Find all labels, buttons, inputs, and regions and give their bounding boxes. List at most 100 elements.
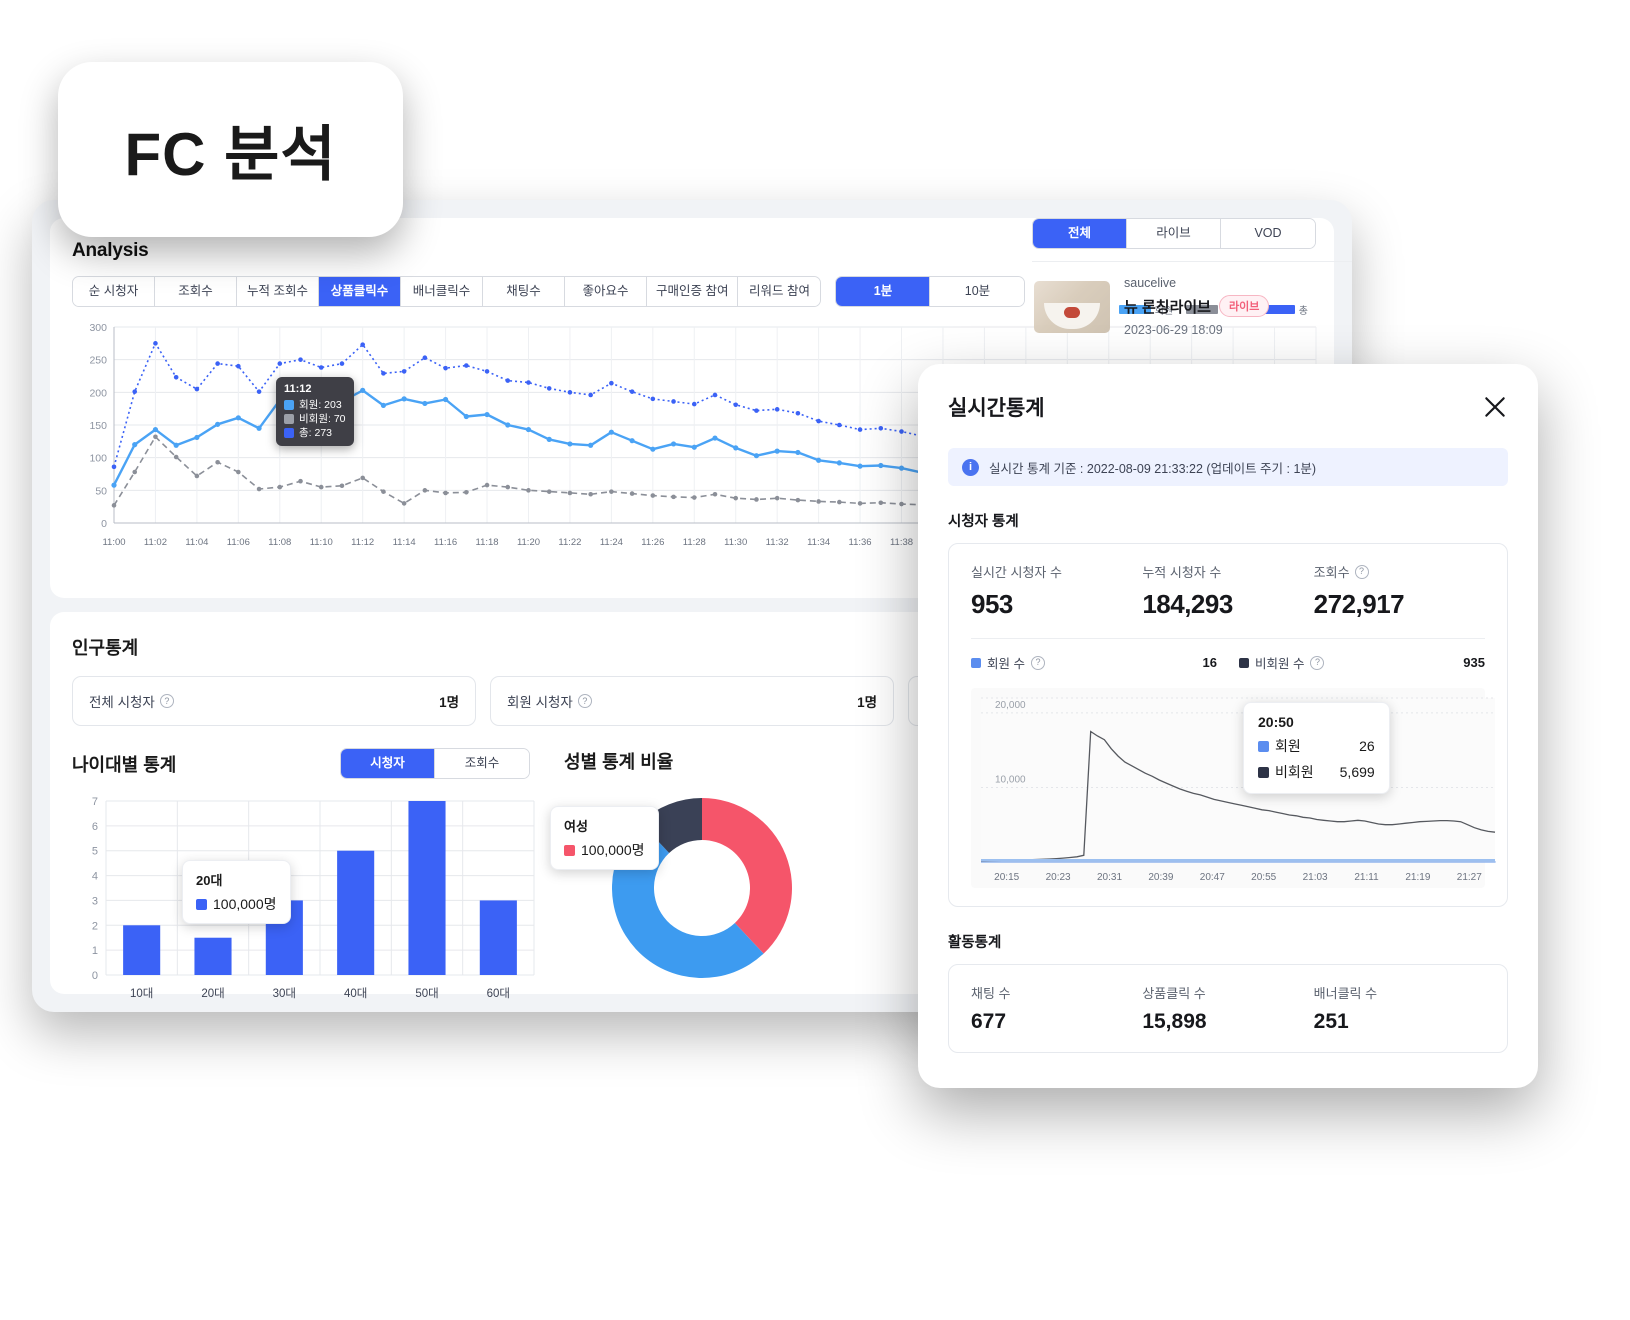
svg-text:11:26: 11:26 [641,537,664,548]
svg-text:200: 200 [89,387,107,399]
tab-video-live[interactable]: 라이브 [1127,219,1221,248]
kpi-cumulative-viewers-value: 184,293 [1142,589,1233,619]
kpi-cumulative-viewers-label: 누적 시청자 수 [1142,565,1222,580]
age-bar-chart-svg: 0 1 2 3 4 5 6 7 10대 20대 30대 40대 50대 60대 [92,796,535,1000]
tab-banner-clicks[interactable]: 배너클릭수 [401,277,483,306]
svg-text:11:20: 11:20 [517,537,540,548]
activity-product-click: 상품클릭 수 15,898 [1142,983,1313,1034]
svg-text:60대: 60대 [487,987,510,1000]
svg-text:10,000: 10,000 [995,774,1026,785]
video-title-row: 뉴 론칭라이브 라이브 [1124,295,1352,317]
tooltip-nonmember-text: 비회원: 70 [299,413,346,425]
gender-chart-tooltip: 여성 100,000명 [550,806,659,870]
video-type-tab-group[interactable]: 전체 라이브 VOD [1032,218,1316,249]
activity-chat-label: 채팅 수 [971,986,1011,1001]
svg-text:0: 0 [92,970,98,982]
realtime-title: 실시간통계 [948,397,1045,420]
help-icon[interactable]: ? [1030,655,1045,670]
video-thumbnail [1034,280,1110,333]
video-title: 뉴 론칭라이브 [1124,298,1211,316]
realtime-notice-text: 실시간 통계 기준 : 2022-08-09 21:33:22 (업데이트 주기… [989,461,1317,476]
kpi-cumulative-viewers: 누적 시청자 수 184,293 [1142,562,1313,620]
svg-text:20:39: 20:39 [1148,872,1173,883]
tooltip-time: 11:12 [284,383,312,395]
activity-chat: 채팅 수 677 [971,983,1142,1034]
tab-chats[interactable]: 채팅수 [483,277,565,306]
tab-unique-viewers[interactable]: 순 시청자 [73,277,155,306]
tooltip-member-swatch [284,400,294,410]
svg-text:20,000: 20,000 [995,700,1026,711]
realtime-tooltip-nonmember-swatch [1258,766,1269,778]
tab-age-viewers[interactable]: 시청자 [341,749,435,778]
svg-text:21:27: 21:27 [1457,872,1482,883]
svg-text:10대: 10대 [130,987,153,1000]
help-icon[interactable]: ? [159,694,174,708]
svg-text:20:31: 20:31 [1097,872,1122,883]
kpi-realtime-viewers-label: 실시간 시청자 수 [971,565,1062,580]
svg-text:5: 5 [92,846,98,858]
tab-cumulative-views[interactable]: 누적 조회수 [237,277,319,306]
tab-interval-1min[interactable]: 1분 [836,277,931,306]
realtime-notice: i 실시간 통계 기준 : 2022-08-09 21:33:22 (업데이트 … [948,448,1508,486]
age-tooltip-title: 20대 [196,873,223,888]
kpi-row: 실시간 시청자 수 953 누적 시청자 수 184,293 조회수 ? 272… [971,562,1485,620]
svg-text:50대: 50대 [415,987,438,1000]
tooltip-row-total: 총: 273 [284,426,346,440]
svg-text:11:10: 11:10 [310,537,333,548]
tooltip-total-text: 총: 273 [299,427,333,439]
tab-purchase-verify[interactable]: 구매인증 참여 [647,277,739,306]
svg-text:20:47: 20:47 [1200,872,1225,883]
viewer-stats-title: 시청자 통계 [948,514,1019,530]
activity-stats-card: 채팅 수 677 상품클릭 수 15,898 배너클릭 수 251 [948,964,1508,1053]
member-count-value: 16 [1202,655,1217,670]
svg-text:11:30: 11:30 [724,537,747,548]
activity-banner-click-label: 배너클릭 수 [1313,986,1378,1001]
tab-reward-join[interactable]: 리워드 참여 [738,277,821,306]
info-icon: i [962,458,979,476]
help-icon[interactable]: ? [577,694,592,708]
tab-views[interactable]: 조회수 [155,277,237,306]
metric-tab-group[interactable]: 순 시청자 조회수 누적 조회수 상품클릭수 배너클릭수 채팅수 좋아요수 구매… [72,276,822,307]
realtime-tooltip-member-label: 회원 [1275,738,1301,754]
activity-stats-title: 활동통계 [948,935,1002,951]
tab-interval-10min[interactable]: 10분 [930,277,1025,306]
age-tooltip-swatch [196,898,207,910]
video-list-item[interactable]: saucelive 뉴 론칭라이브 라이브 2023-06-29 18:09 1… [1032,261,1352,351]
nonmember-count-value: 935 [1463,655,1485,670]
screenshot-root: Analysis 순 시청자 조회수 누적 조회수 상품클릭수 배너클릭수 채팅… [0,0,1630,1320]
svg-text:11:02: 11:02 [144,537,167,548]
help-icon[interactable]: ? [1354,564,1369,579]
tab-age-views[interactable]: 조회수 [435,749,529,778]
svg-text:50: 50 [95,485,107,497]
divider [971,638,1485,639]
stat-member-viewers-value: 1명 [857,695,877,710]
age-metric-tab-group[interactable]: 시청자 조회수 [340,748,530,779]
video-date: 2023-06-29 18:09 [1124,323,1223,337]
stat-total-viewers-label: 전체 시청자 [89,695,155,710]
activity-banner-click-value: 251 [1313,1010,1349,1033]
svg-text:6: 6 [92,821,98,833]
svg-text:11:32: 11:32 [766,537,789,548]
close-icon[interactable] [1482,394,1508,420]
tab-video-vod[interactable]: VOD [1221,219,1315,248]
realtime-stats-panel: 실시간통계 i 실시간 통계 기준 : 2022-08-09 21:33:22 … [918,364,1538,1088]
tab-video-all[interactable]: 전체 [1033,219,1127,248]
svg-text:11:18: 11:18 [475,537,498,548]
svg-text:3: 3 [92,895,98,907]
interval-tab-group[interactable]: 1분 10분 [835,276,1026,307]
tab-likes[interactable]: 좋아요수 [565,277,647,306]
realtime-area-chart-svg: 10,000 20,000 20:15 20:23 20:31 20:39 20:47 20:… [980,697,1496,883]
member-count: 회원 수 ? 16 [971,653,1239,672]
realtime-chart-tooltip: 20:50 회원 26 비회원 5,699 [1243,702,1390,794]
realtime-area-chart: 10,000 20,000 20:15 20:23 20:31 20:39 20:47 20:… [971,688,1496,888]
help-icon[interactable]: ? [1310,655,1325,670]
realtime-tooltip-nonmember-label: 비회원 [1275,764,1314,780]
kpi-views-value: 272,917 [1313,589,1405,619]
tab-product-clicks[interactable]: 상품클릭수 [319,277,401,306]
realtime-tooltip-row-member: 회원 26 [1258,736,1375,756]
svg-text:1: 1 [92,945,98,957]
tooltip-row-nonmember: 비회원: 70 [284,412,346,426]
svg-text:11:36: 11:36 [849,537,872,548]
svg-text:40대: 40대 [344,987,367,1000]
realtime-tooltip-nonmember-value: 5,699 [1339,764,1375,780]
